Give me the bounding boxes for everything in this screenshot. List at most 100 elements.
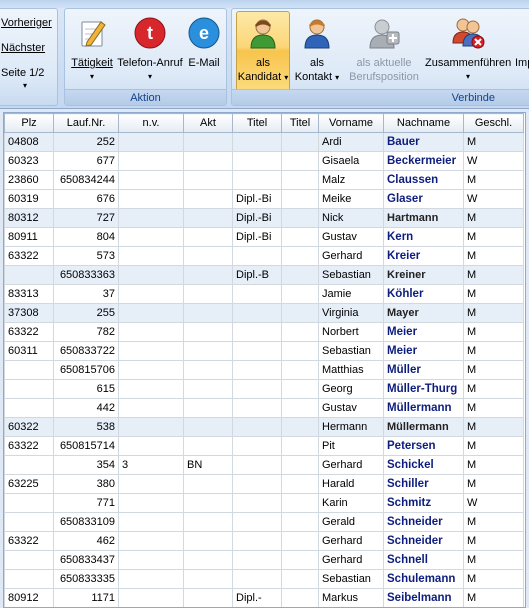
telefon-anruf-label: Telefon-Anruf (117, 57, 183, 69)
cell-lauf-nr: 1171 (53, 588, 119, 607)
aktion-group: Tätigkeit ▾ t Telefon-Anruf ▾ e E-Mail Akt… (64, 8, 227, 106)
cell-vorname: Meike (318, 189, 384, 209)
table-row[interactable]: 60323 677 Gisaela Beckermeier W (4, 151, 524, 171)
cell-plz: 63322 (4, 246, 54, 266)
table-row[interactable]: 650833109 Gerald Schneider M (4, 512, 524, 532)
cell-titel2 (281, 341, 319, 361)
table-row[interactable]: 80312 727 Dipl.-Bi Nick Hartmann M (4, 208, 524, 228)
als-kandidat-line1: als (255, 57, 271, 69)
cell-nv (118, 398, 184, 418)
cell-vorname: Georg (318, 379, 384, 399)
cell-plz (4, 360, 54, 380)
column-header-plz[interactable]: Plz (4, 113, 54, 133)
email-button[interactable]: e E-Mail (184, 11, 224, 91)
cell-vorname: Nick (318, 208, 384, 228)
cell-akt (183, 588, 233, 607)
imp-label: Imp (515, 57, 529, 69)
cell-titel2 (281, 588, 319, 607)
table-row[interactable]: 771 Karin Schmitz W (4, 493, 524, 513)
column-header-titel2[interactable]: Titel (281, 113, 319, 133)
zusammenfuehren-button[interactable]: Zusammenführen ▾ (424, 11, 512, 91)
taetigkeit-button[interactable]: Tätigkeit ▾ (68, 11, 116, 91)
cell-lauf-nr: 677 (53, 151, 119, 171)
column-header-nachname[interactable]: Nachname (383, 113, 464, 133)
column-header-geschl[interactable]: Geschl. (463, 113, 524, 133)
cell-akt (183, 189, 233, 209)
table-row[interactable]: 83313 37 Jamie Köhler M (4, 284, 524, 304)
results-grid[interactable]: Plz Lauf.Nr. n.v. Akt Titel Titel Vorname Nachn… (3, 112, 526, 608)
table-row[interactable]: 60319 676 Dipl.-Bi Meike Glaser W (4, 189, 524, 209)
chevron-down-icon: ▾ (465, 72, 470, 81)
cell-plz (4, 493, 54, 513)
cell-titel (232, 493, 282, 513)
cell-titel2 (281, 531, 319, 551)
cell-nachname: Kern (383, 227, 464, 247)
column-header-titel[interactable]: Titel (232, 113, 282, 133)
table-row[interactable]: 63322 573 Gerhard Kreier M (4, 246, 524, 266)
cell-geschl: M (463, 569, 524, 589)
cell-lauf-nr: 650815714 (53, 436, 119, 456)
cell-titel: Dipl.-Bi (232, 208, 282, 228)
cell-geschl: M (463, 284, 524, 304)
cell-titel: Dipl.-B (232, 265, 282, 285)
column-header-vorname[interactable]: Vorname (318, 113, 384, 133)
previous-link[interactable]: Vorheriger (1, 17, 52, 29)
page-selector-caret[interactable]: ▾ (23, 81, 27, 90)
cell-titel2 (281, 132, 319, 152)
cell-nachname: Schneider (383, 531, 464, 551)
als-aktuelle-berufsposition-button[interactable]: als aktuelle Berufsposition (344, 11, 424, 91)
table-row[interactable]: 650815706 Matthias Müller M (4, 360, 524, 380)
cell-titel (232, 132, 282, 152)
cell-plz: 80911 (4, 227, 54, 247)
als-kontakt-button[interactable]: als Kontakt ▾ (290, 11, 344, 91)
table-row[interactable]: 63225 380 Harald Schiller M (4, 474, 524, 494)
column-header-akt[interactable]: Akt (183, 113, 233, 133)
table-row[interactable]: 650833437 Gerhard Schnell M (4, 550, 524, 570)
cell-titel2 (281, 436, 319, 456)
cell-nv (118, 303, 184, 323)
cell-lauf-nr: 676 (53, 189, 119, 209)
cell-geschl: M (463, 398, 524, 418)
table-row[interactable]: 60322 538 Hermann Müllermann M (4, 417, 524, 437)
ribbon: Vorheriger Nächster Seite 1/2 ▾ Tätigkei… (0, 0, 529, 109)
als-kandidat-button[interactable]: als Kandidat ▾ (236, 11, 290, 91)
table-row[interactable]: 23860 650834244 Malz Claussen M (4, 170, 524, 190)
cell-lauf-nr: 615 (53, 379, 119, 399)
cell-nv (118, 493, 184, 513)
cell-nv (118, 208, 184, 228)
als-kontakt-line1: als (309, 57, 325, 69)
column-header-nv[interactable]: n.v. (118, 113, 184, 133)
table-row[interactable]: 60311 650833722 Sebastian Meier M (4, 341, 524, 361)
table-row[interactable]: 354 3 BN Gerhard Schickel M (4, 455, 524, 475)
column-header-lauf-nr[interactable]: Lauf.Nr. (53, 113, 119, 133)
cell-titel2 (281, 474, 319, 494)
cell-nv (118, 341, 184, 361)
pencil-icon (81, 21, 106, 47)
imp-button[interactable]: Imp (512, 11, 529, 91)
cell-titel2 (281, 227, 319, 247)
telefon-anruf-button[interactable]: t Telefon-Anruf ▾ (116, 11, 184, 91)
next-link[interactable]: Nächster (1, 42, 45, 54)
cell-akt (183, 436, 233, 456)
cell-akt (183, 246, 233, 266)
table-row[interactable]: 650833363 Dipl.-B Sebastian Kreiner M (4, 265, 524, 285)
cell-lauf-nr: 650834244 (53, 170, 119, 190)
table-row[interactable]: 63322 462 Gerhard Schneider M (4, 531, 524, 551)
table-row[interactable]: 80912 1171 Dipl.- Markus Seibelmann M (4, 588, 524, 607)
table-row[interactable]: 650833335 Sebastian Schulemann M (4, 569, 524, 589)
table-row[interactable]: 37308 255 Virginia Mayer M (4, 303, 524, 323)
table-row[interactable]: 80911 804 Dipl.-Bi Gustav Kern M (4, 227, 524, 247)
cell-titel2 (281, 398, 319, 418)
cell-geschl: M (463, 588, 524, 607)
table-row[interactable]: 615 Georg Müller-Thurg M (4, 379, 524, 399)
cell-nachname: Hartmann (383, 208, 464, 228)
cell-vorname: Norbert (318, 322, 384, 342)
cell-akt (183, 417, 233, 437)
page-selector[interactable]: Seite 1/2 (1, 67, 44, 79)
table-row[interactable]: 63322 650815714 Pit Petersen M (4, 436, 524, 456)
table-row[interactable]: 442 Gustav Müllermann M (4, 398, 524, 418)
cell-nv (118, 417, 184, 437)
table-row[interactable]: 04808 252 Ardi Bauer M (4, 132, 524, 152)
table-row[interactable]: 63322 782 Norbert Meier M (4, 322, 524, 342)
cell-nv (118, 512, 184, 532)
